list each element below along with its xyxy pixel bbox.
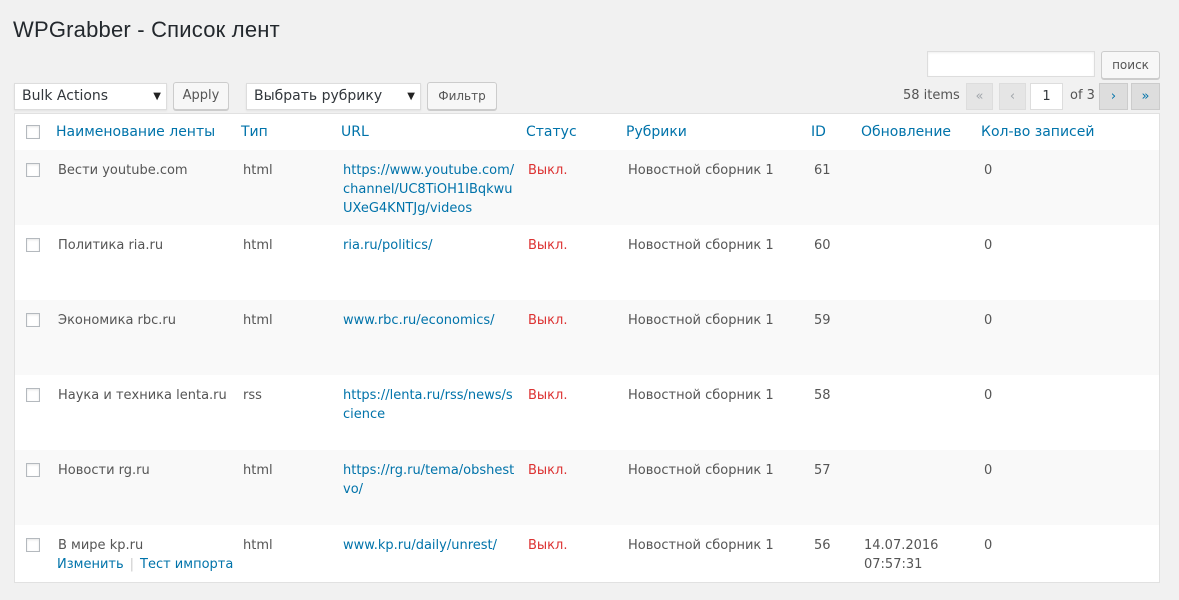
feed-url[interactable]: www.rbc.ru/economics/ <box>343 311 495 330</box>
apply-button[interactable]: Apply <box>173 82 229 110</box>
feed-count: 0 <box>984 313 993 328</box>
feed-name: Политика ria.ru <box>58 238 164 253</box>
next-page-button[interactable]: › <box>1099 83 1128 110</box>
feed-status: Выкл. <box>528 388 568 403</box>
row-checkbox[interactable] <box>26 238 40 252</box>
last-page-button[interactable]: » <box>1131 83 1160 110</box>
page-title: WPGrabber - Список лент <box>13 17 280 42</box>
feed-name: Наука и техника lenta.ru <box>58 388 227 403</box>
feed-category: Новостной сборник 1 <box>628 463 774 478</box>
feed-name: Экономика rbc.ru <box>58 313 177 328</box>
table-row: Политика ria.ru html ria.ru/politics/ Вы… <box>15 225 1159 300</box>
table-row: Наука и техника lenta.ru rss https://len… <box>15 375 1159 450</box>
total-pages-label: of 3 <box>1070 88 1095 103</box>
table-header: Наименование ленты Тип URL Статус Рубрик… <box>15 114 1159 151</box>
feed-name: В мире kp.ru <box>58 538 144 553</box>
feed-count: 0 <box>984 463 993 478</box>
current-page-input[interactable] <box>1030 83 1063 110</box>
table-row: В мире kp.ru Изменить | Тест импорта html … <box>15 525 1159 600</box>
feed-count: 0 <box>984 238 993 253</box>
first-page-button: « <box>966 83 993 110</box>
feed-name: Новости rg.ru <box>58 463 150 478</box>
row-actions-separator: | <box>129 557 135 572</box>
prev-page-button: ‹ <box>999 83 1026 110</box>
feed-type: rss <box>243 388 262 403</box>
feed-name: Вести youtube.com <box>58 163 188 178</box>
edit-link[interactable]: Изменить <box>57 557 124 572</box>
row-checkbox[interactable] <box>26 163 40 177</box>
column-header-id[interactable]: ID <box>811 124 826 140</box>
row-checkbox[interactable] <box>26 463 40 477</box>
select-all-checkbox[interactable] <box>26 125 40 139</box>
feed-status: Выкл. <box>528 238 568 253</box>
table-row: Экономика rbc.ru html www.rbc.ru/economi… <box>15 300 1159 375</box>
feeds-table: Наименование ленты Тип URL Статус Рубрик… <box>14 113 1160 583</box>
table-row: Новости rg.ru html https://rg.ru/tema/ob… <box>15 450 1159 525</box>
feed-url[interactable]: https://www.youtube.com/channel/UC8TiOH1… <box>343 161 514 218</box>
feed-status: Выкл. <box>528 313 568 328</box>
feed-id: 56 <box>814 538 831 553</box>
table-row: Вести youtube.com html https://www.youtu… <box>15 150 1159 225</box>
feed-url[interactable]: https://rg.ru/tema/obshest vo/ <box>343 461 514 499</box>
category-select-value: Выбрать рубрику <box>254 88 383 104</box>
row-checkbox[interactable] <box>26 538 40 552</box>
feed-category: Новостной сборник 1 <box>628 313 774 328</box>
search-button[interactable]: поиск <box>1101 51 1160 79</box>
items-count: 58 items <box>903 88 960 103</box>
row-checkbox[interactable] <box>26 388 40 402</box>
feed-type: html <box>243 163 273 178</box>
feed-status: Выкл. <box>528 538 568 553</box>
column-header-count[interactable]: Кол-во записей <box>981 124 1094 140</box>
test-import-link[interactable]: Тест импорта <box>140 557 233 572</box>
feed-type: html <box>243 463 273 478</box>
feed-id: 60 <box>814 238 831 253</box>
feed-type: html <box>243 238 273 253</box>
category-select[interactable]: Выбрать рубрику ▼ <box>246 83 421 110</box>
feed-updated: 14.07.2016 07:57:31 <box>864 538 939 572</box>
feed-url[interactable]: www.kp.ru/daily/unrest/ <box>343 536 497 555</box>
feed-url[interactable]: https://lenta.ru/rss/news/s cience <box>343 386 513 424</box>
feed-status: Выкл. <box>528 163 568 178</box>
feed-category: Новостной сборник 1 <box>628 238 774 253</box>
row-actions: Изменить | Тест импорта <box>57 557 233 572</box>
bulk-actions-value: Bulk Actions <box>22 88 109 104</box>
column-header-type[interactable]: Тип <box>241 124 268 140</box>
column-header-category[interactable]: Рубрики <box>626 124 687 140</box>
feed-status: Выкл. <box>528 463 568 478</box>
feed-id: 58 <box>814 388 831 403</box>
column-header-updated[interactable]: Обновление <box>861 124 951 140</box>
feed-category: Новостной сборник 1 <box>628 388 774 403</box>
feed-url[interactable]: ria.ru/politics/ <box>343 236 432 255</box>
feed-id: 61 <box>814 163 831 178</box>
column-header-name[interactable]: Наименование ленты <box>56 124 215 140</box>
feed-id: 57 <box>814 463 831 478</box>
feed-category: Новостной сборник 1 <box>628 163 774 178</box>
feed-category: Новостной сборник 1 <box>628 538 774 553</box>
bulk-actions-select[interactable]: Bulk Actions ▼ <box>14 83 167 110</box>
dropdown-arrow-icon: ▼ <box>407 91 415 102</box>
feed-count: 0 <box>984 388 993 403</box>
feed-type: html <box>243 538 273 553</box>
feed-count: 0 <box>984 538 993 553</box>
dropdown-arrow-icon: ▼ <box>153 91 161 102</box>
feed-type: html <box>243 313 273 328</box>
feed-count: 0 <box>984 163 993 178</box>
filter-button[interactable]: Фильтр <box>427 82 497 110</box>
row-checkbox[interactable] <box>26 313 40 327</box>
search-input[interactable] <box>927 51 1095 77</box>
column-header-status[interactable]: Статус <box>526 124 577 140</box>
column-header-url[interactable]: URL <box>341 124 369 140</box>
feed-id: 59 <box>814 313 831 328</box>
